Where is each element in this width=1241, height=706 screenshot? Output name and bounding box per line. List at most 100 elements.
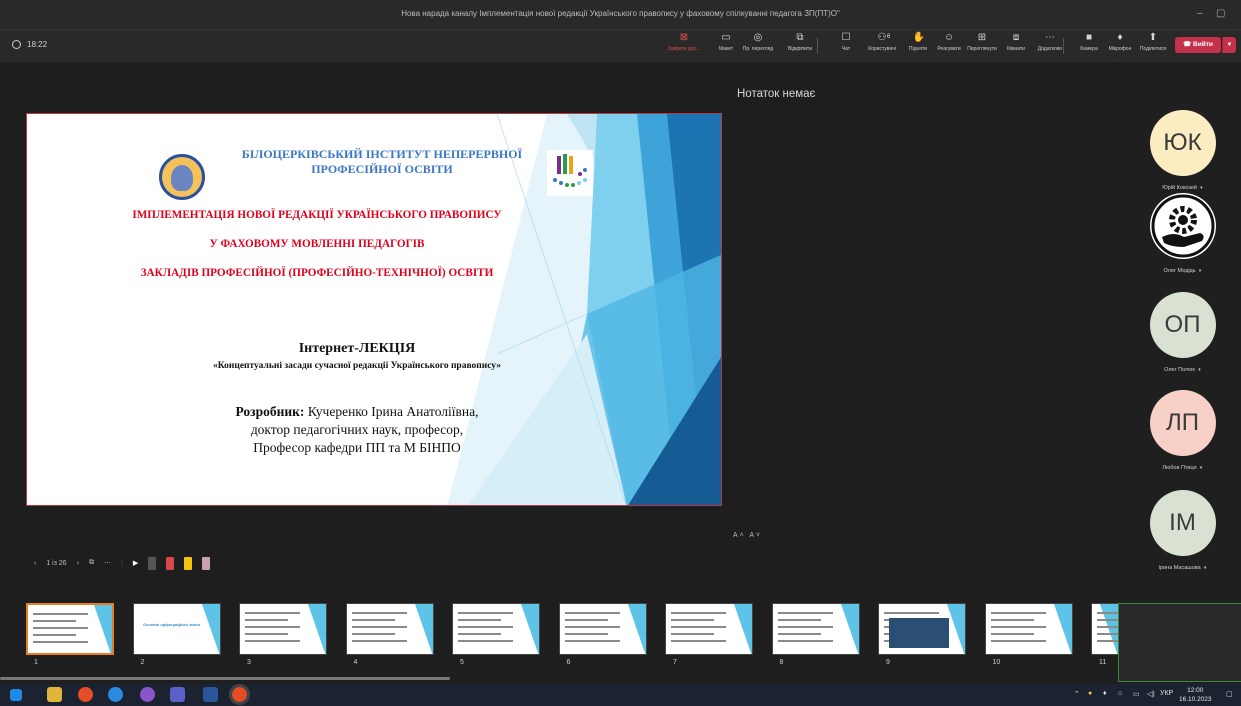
thumbnail-number: 8 bbox=[779, 659, 784, 666]
slide-thumbnail[interactable]: Основні орфографічні зміни bbox=[132, 603, 221, 655]
author-name: Кучеренко Ірина Анатоліївна, bbox=[304, 404, 479, 419]
windows-start-icon[interactable] bbox=[10, 689, 22, 701]
leave-button[interactable]: ☎ Вийти bbox=[1175, 37, 1221, 53]
maximize-button[interactable]: ▢ bbox=[1216, 8, 1225, 19]
thumbnail-text-line bbox=[671, 640, 726, 642]
tray-expand-icon[interactable]: ⌃ bbox=[1074, 690, 1080, 698]
shield-icon bbox=[12, 40, 21, 49]
microphone-icon: ♦ bbox=[1117, 32, 1123, 43]
red-pen-tool-icon[interactable] bbox=[166, 556, 175, 570]
tray-mic-icon[interactable]: ♦ bbox=[1103, 690, 1107, 697]
close-share-button[interactable]: ⊠ Закрити дос... bbox=[664, 33, 704, 59]
participant-tile[interactable]: ОП Олег Полюх ♦ bbox=[1140, 292, 1225, 373]
thumbnail-text-line bbox=[1097, 619, 1118, 621]
slide-thumbnail[interactable] bbox=[1091, 603, 1119, 655]
share-icon: ⬆ bbox=[1148, 32, 1158, 43]
tray-app-icon[interactable]: ● bbox=[1088, 690, 1092, 697]
participant-name-row: Олег Полюх ♦ bbox=[1140, 367, 1225, 373]
thumbnail-decoration bbox=[414, 604, 433, 654]
participant-name-row: Олег Медідь ♦ bbox=[1140, 268, 1225, 274]
author-block: Розробник: Кучеренко Ірина Анатоліївна, … bbox=[177, 403, 537, 457]
media-player-icon[interactable] bbox=[108, 687, 123, 702]
lecture-heading: Інтернет-ЛЕКЦІЯ bbox=[298, 341, 416, 356]
thumbnail-number: 4 bbox=[353, 659, 358, 666]
thumbnail-text-line bbox=[245, 633, 288, 635]
slide-thumbnail[interactable] bbox=[239, 603, 327, 655]
participant-name-row: Ірина Масашова ♦ bbox=[1140, 565, 1225, 571]
thumbnail-text-line bbox=[990, 619, 1034, 621]
participant-tile[interactable]: ЮК Юрій Кокозей ♦ bbox=[1140, 110, 1225, 191]
thumbnail-text-line bbox=[671, 612, 726, 614]
slide-thumbnail[interactable] bbox=[878, 603, 966, 655]
slide-thumbnail[interactable] bbox=[558, 603, 647, 655]
more-options-icon[interactable]: ⋯ bbox=[104, 559, 111, 567]
chrome-icon[interactable] bbox=[78, 687, 93, 702]
prev-slide-button[interactable]: ‹ bbox=[34, 560, 36, 567]
people-button[interactable]: ⚇ Користувачі 6 bbox=[862, 33, 902, 59]
language-indicator[interactable]: УКР bbox=[1160, 690, 1173, 697]
layout-icon: ▭ bbox=[721, 32, 731, 43]
leave-options-chevron-icon[interactable]: ▼ bbox=[1222, 37, 1236, 53]
slide-thumbnail[interactable] bbox=[452, 603, 540, 655]
eye-button[interactable]: ◎ Пр. перегляд bbox=[738, 33, 778, 59]
eraser-tool-icon[interactable] bbox=[148, 556, 157, 570]
notes-font-size-controls[interactable]: A˄ A˅ bbox=[733, 532, 762, 539]
people-count: 6 bbox=[887, 34, 891, 40]
system-clock[interactable]: 12:00 16.10.2023 bbox=[1179, 686, 1212, 704]
participant-name: Олег Полюх bbox=[1164, 367, 1196, 373]
participant-tile[interactable]: ЛП Любов Птиця ♦ bbox=[1140, 390, 1225, 471]
tray-network-icon[interactable]: ⌂ bbox=[1118, 690, 1122, 697]
window-title: Нова нарада каналу Імплементація нової р… bbox=[401, 9, 840, 18]
thumbnail-text-line bbox=[458, 640, 513, 642]
thumbnail-text-line bbox=[351, 633, 395, 635]
thumbnail-text-line bbox=[990, 640, 1046, 642]
mic-muted-icon: ♦ bbox=[1198, 268, 1202, 274]
next-slide-button[interactable]: › bbox=[77, 560, 79, 567]
thumbnail-text-line bbox=[351, 612, 407, 614]
thumbnail-text-line bbox=[671, 626, 726, 628]
mic-muted-icon: ♦ bbox=[1198, 367, 1201, 373]
share-button[interactable]: ⬆ Поділитися bbox=[1133, 33, 1173, 59]
self-view-video bbox=[1118, 603, 1241, 682]
participant-name: Олег Медідь bbox=[1163, 268, 1196, 274]
pink-pen-tool-icon[interactable] bbox=[202, 556, 211, 570]
toolbar-divider bbox=[817, 38, 818, 54]
tray-display-icon[interactable]: ▭ bbox=[1133, 690, 1140, 698]
minimize-button[interactable]: – bbox=[1197, 8, 1203, 19]
thumbnails-scrollbar[interactable] bbox=[0, 677, 450, 680]
participant-tile[interactable]: Олег Медідь ♦ bbox=[1140, 193, 1225, 274]
chrome-active-icon[interactable] bbox=[229, 684, 250, 705]
more-button[interactable]: ⋯ Додатково bbox=[1030, 33, 1070, 59]
pop-out-button[interactable]: ⧉ Відкріпити bbox=[780, 33, 820, 59]
thumbnail-text-line bbox=[458, 633, 501, 635]
thumbnail-text-line bbox=[351, 626, 407, 628]
ministry-logo-icon bbox=[547, 150, 593, 196]
slide-thumbnail[interactable] bbox=[665, 603, 753, 655]
slide-title-line: У ФАХОВОМУ МОВЛЕННІ ПЕДАГОГІВ bbox=[209, 238, 425, 250]
notifications-icon[interactable]: ▢ bbox=[1226, 690, 1233, 698]
slide-thumbnail[interactable] bbox=[26, 603, 114, 655]
pop-out-icon: ⧉ bbox=[796, 32, 804, 43]
slide-title-line: ЗАКЛАДІВ ПРОФЕСІЙНОЇ (ПРОФЕСІЙНО-ТЕХНІЧН… bbox=[140, 267, 494, 279]
grid-view-icon[interactable]: ⧉ bbox=[89, 559, 94, 567]
gear-hand-icon bbox=[1151, 194, 1214, 258]
highlighter-tool-icon[interactable] bbox=[184, 556, 193, 570]
slide-thumbnail[interactable] bbox=[984, 603, 1073, 655]
slide-thumbnail[interactable] bbox=[345, 603, 434, 655]
file-explorer-icon[interactable] bbox=[47, 687, 62, 702]
viber-icon[interactable] bbox=[140, 687, 155, 702]
title-bar: Нова нарада каналу Імплементація нової р… bbox=[0, 0, 1241, 30]
participant-tile[interactable]: ІМ Ірина Масашова ♦ bbox=[1140, 490, 1225, 571]
word-icon[interactable] bbox=[203, 687, 218, 702]
toolbar-label: Додатково bbox=[1037, 46, 1063, 52]
pointer-tool-icon[interactable]: ▶ bbox=[133, 559, 138, 567]
teams-icon[interactable] bbox=[170, 687, 185, 702]
thumbnail-text-line bbox=[351, 640, 407, 642]
thumbnail-text-line bbox=[245, 612, 300, 614]
slide-thumbnail[interactable] bbox=[771, 603, 860, 655]
thumbnail-text-line bbox=[777, 640, 833, 642]
avatar bbox=[1149, 193, 1216, 259]
chat-button[interactable]: ☐ Чат bbox=[826, 33, 866, 59]
tray-volume-icon[interactable]: ◁) bbox=[1147, 690, 1155, 698]
thumbnail-text-line bbox=[564, 633, 608, 635]
